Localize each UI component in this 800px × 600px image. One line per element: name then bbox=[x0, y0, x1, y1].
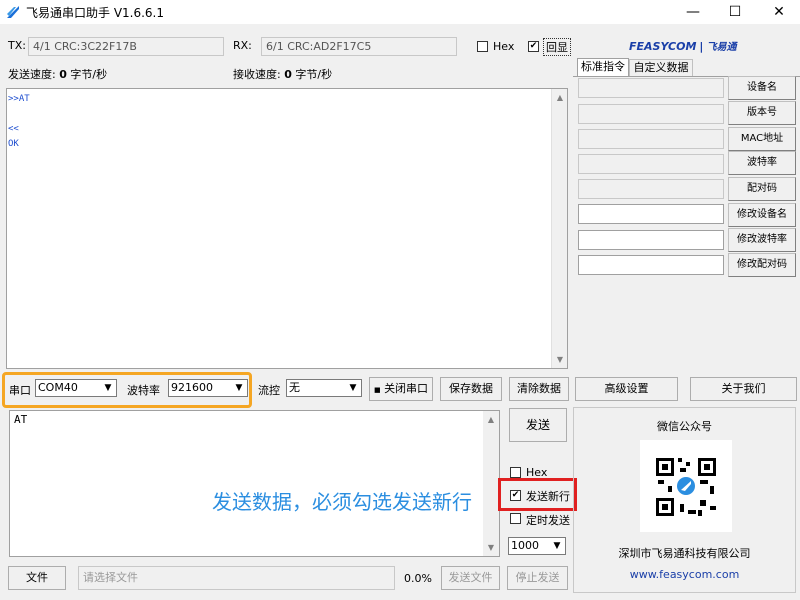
send-file-button[interactable]: 发送文件 bbox=[441, 566, 500, 590]
feasycom-logo: FEASYCOM | 飞易通 bbox=[629, 40, 737, 53]
annotation-text: 发送数据，必须勾选发送新行 bbox=[212, 490, 472, 514]
app-icon bbox=[7, 6, 19, 18]
port-label: 串口 bbox=[9, 384, 31, 397]
cmd-field-5 bbox=[578, 179, 724, 199]
advanced-settings-button[interactable]: 高级设置 bbox=[575, 377, 678, 401]
stop-square-icon: ■ bbox=[373, 386, 381, 394]
save-data-button[interactable]: 保存数据 bbox=[440, 377, 502, 401]
rx-label: RX: bbox=[233, 39, 252, 52]
close-button[interactable]: ✕ bbox=[756, 0, 800, 24]
scroll-down-icon[interactable]: ▼ bbox=[552, 355, 568, 364]
interval-select[interactable]: 1000 ▼ bbox=[508, 537, 566, 555]
send-input-text: AT bbox=[14, 413, 28, 426]
send-speed: 发送速度: 0 字节/秒 bbox=[8, 68, 108, 81]
logo-brand: FEASYCOM bbox=[629, 40, 697, 53]
scroll-up-icon[interactable]: ▲ bbox=[552, 93, 568, 102]
chevron-down-icon: ▼ bbox=[104, 383, 112, 393]
cmd-modify-device-name-button[interactable]: 修改设备名 bbox=[728, 203, 796, 227]
port-select[interactable]: COM40 ▼ bbox=[35, 379, 117, 397]
tx-field: 4/1 CRC:3C22F17B bbox=[28, 37, 224, 56]
cmd-input-pair-code[interactable] bbox=[578, 255, 724, 275]
terminal-text: >>AT << OK bbox=[8, 94, 30, 149]
tx-label: TX: bbox=[8, 39, 26, 52]
receive-terminal[interactable]: >>AT << OK ▲ ▼ bbox=[6, 88, 568, 369]
qr-code bbox=[640, 440, 732, 532]
send-hex-checkbox[interactable] bbox=[510, 467, 521, 478]
company-name: 深圳市飞易通科技有限公司 bbox=[618, 547, 751, 560]
echo-label: 回显 bbox=[543, 38, 571, 56]
send-newline-label: 发送新行 bbox=[526, 490, 570, 503]
wechat-title: 微信公众号 bbox=[657, 420, 712, 433]
send-button[interactable]: 发送 bbox=[509, 408, 567, 442]
cmd-version-button[interactable]: 版本号 bbox=[728, 101, 796, 125]
baud-label: 波特率 bbox=[127, 384, 160, 397]
logo-cn: 飞易通 bbox=[706, 42, 737, 53]
terminal-scrollbar[interactable]: ▲ ▼ bbox=[551, 89, 567, 368]
cmd-pair-code-button[interactable]: 配对码 bbox=[728, 177, 796, 201]
baud-select[interactable]: 921600 ▼ bbox=[168, 379, 248, 397]
cmd-input-device-name[interactable] bbox=[578, 204, 724, 224]
maximize-button[interactable]: ☐ bbox=[712, 0, 758, 24]
timed-send-label: 定时发送 bbox=[526, 514, 570, 527]
cmd-field-3 bbox=[578, 129, 724, 149]
flow-label: 流控 bbox=[258, 384, 280, 397]
chevron-down-icon: ▼ bbox=[349, 383, 357, 393]
cmd-field-2 bbox=[578, 104, 724, 124]
clear-data-button[interactable]: 清除数据 bbox=[509, 377, 569, 401]
hex-display-label: Hex bbox=[493, 40, 515, 53]
stop-send-button[interactable]: 停止发送 bbox=[507, 566, 568, 590]
echo-checkbox[interactable]: ✔ bbox=[528, 41, 539, 52]
close-port-button[interactable]: ■ 关闭串口 bbox=[369, 377, 433, 401]
cmd-modify-baud-button[interactable]: 修改波特率 bbox=[728, 228, 796, 252]
send-scrollbar[interactable]: ▲ ▼ bbox=[483, 411, 499, 556]
chevron-down-icon: ▼ bbox=[553, 541, 561, 551]
send-newline-checkbox[interactable]: ✔ bbox=[510, 490, 521, 501]
scroll-down-icon[interactable]: ▼ bbox=[483, 543, 499, 552]
file-button[interactable]: 文件 bbox=[8, 566, 66, 590]
flow-select[interactable]: 无 ▼ bbox=[286, 379, 362, 397]
cmd-input-baud[interactable] bbox=[578, 230, 724, 250]
qr-code-icon bbox=[656, 458, 716, 516]
send-input[interactable]: AT ▲ ▼ 发送数据，必须勾选发送新行 bbox=[9, 410, 500, 557]
cmd-field-1 bbox=[578, 78, 724, 98]
website-link[interactable]: www.feasycom.com bbox=[574, 568, 795, 581]
minimize-button[interactable]: — bbox=[670, 0, 716, 24]
cmd-modify-pair-code-button[interactable]: 修改配对码 bbox=[728, 253, 796, 277]
chevron-down-icon: ▼ bbox=[235, 383, 243, 393]
recv-speed: 接收速度: 0 字节/秒 bbox=[233, 68, 333, 81]
window-title: 飞易通串口助手 V1.6.6.1 bbox=[26, 6, 165, 20]
title-bar: 飞易通串口助手 V1.6.6.1 — ☐ ✕ bbox=[0, 0, 800, 24]
cmd-baud-button[interactable]: 波特率 bbox=[728, 151, 796, 175]
wechat-panel: 微信公众号 深圳市飞易通科技有限公司 www.feasycom.com bbox=[573, 407, 796, 593]
rx-field: 6/1 CRC:AD2F17C5 bbox=[261, 37, 457, 56]
progress-text: 0.0% bbox=[404, 572, 432, 585]
cmd-field-4 bbox=[578, 154, 724, 174]
cmd-mac-button[interactable]: MAC地址 bbox=[728, 127, 796, 151]
hex-display-checkbox[interactable] bbox=[477, 41, 488, 52]
file-path-field[interactable]: 请选择文件 bbox=[78, 566, 395, 590]
tab-custom-data[interactable]: 自定义数据 bbox=[629, 59, 693, 76]
tab-standard-commands[interactable]: 标准指令 bbox=[577, 58, 629, 76]
about-button[interactable]: 关于我们 bbox=[690, 377, 797, 401]
timed-send-checkbox[interactable] bbox=[510, 513, 521, 524]
cmd-device-name-button[interactable]: 设备名 bbox=[728, 76, 796, 100]
scroll-up-icon[interactable]: ▲ bbox=[483, 415, 499, 424]
